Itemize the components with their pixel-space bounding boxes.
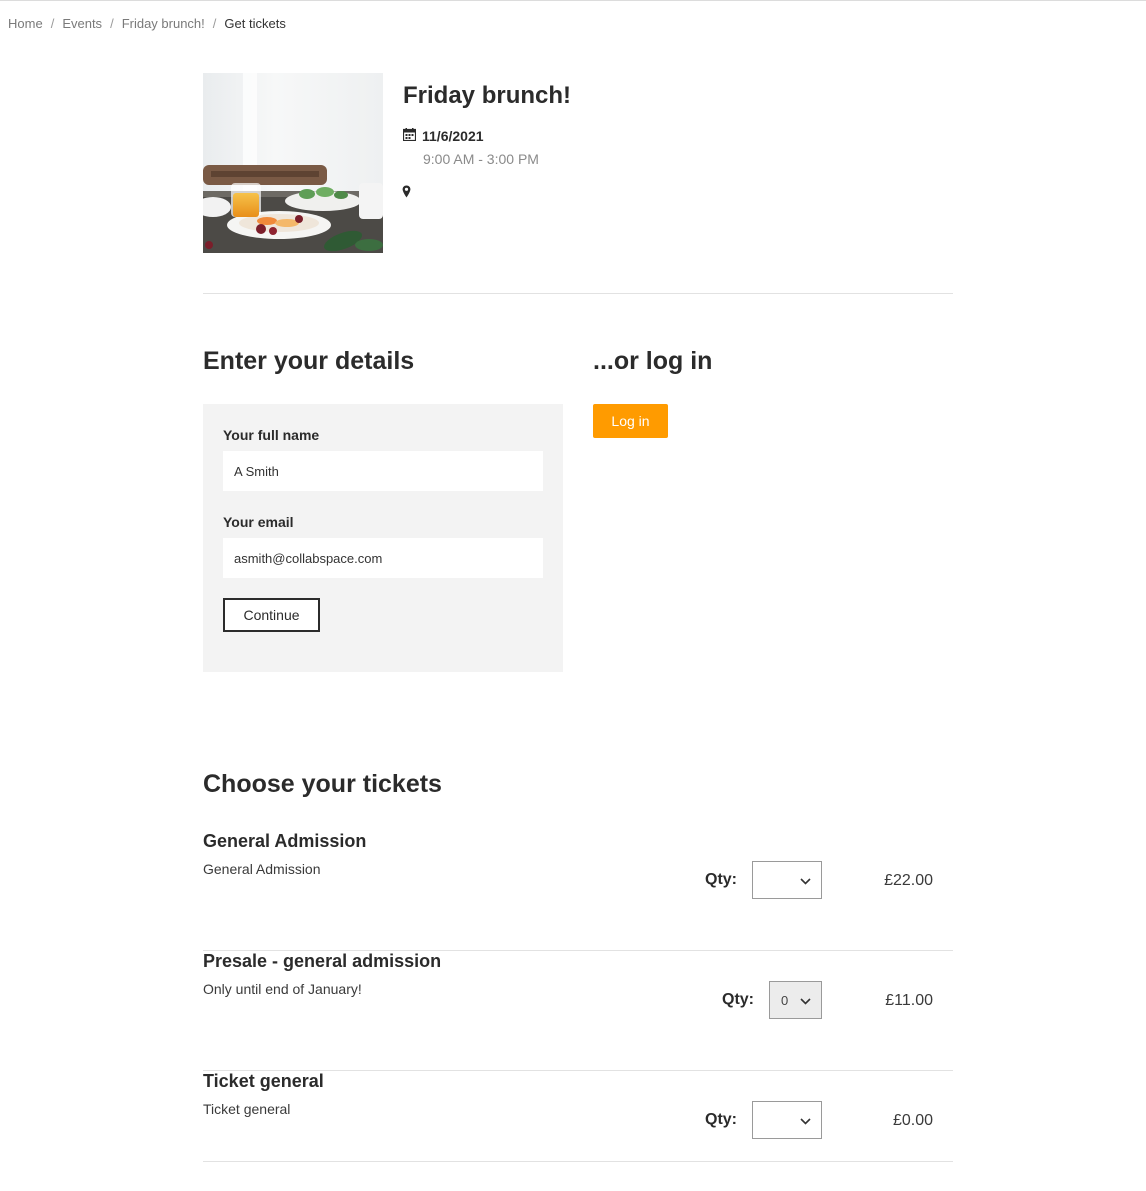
map-pin-icon [402,185,411,203]
details-heading: Enter your details [203,347,415,375]
ticket-description: Ticket general [203,1101,291,1117]
ticket-price: £11.00 [885,992,933,1009]
ticket-row: Presale - general admission Only until e… [203,951,953,1071]
breadcrumb-home[interactable]: Home [8,16,43,31]
calendar-icon [402,128,417,144]
event-title: Friday brunch! [403,82,572,109]
breadcrumb-separator: / [50,16,55,31]
qty-label: Qty: [705,871,737,888]
ticket-name: Ticket general [203,1071,324,1091]
brunch-photo [203,73,383,253]
event-date: 11/6/2021 [422,128,484,144]
qty-label: Qty: [722,991,754,1008]
email-label: Your email [223,514,294,530]
login-button[interactable]: Log in [593,404,668,438]
ticket-row: General Admission General Admission Qty:… [203,831,953,951]
breadcrumb-events[interactable]: Events [62,16,102,31]
qty-select[interactable] [752,861,822,899]
continue-button[interactable]: Continue [223,598,320,632]
qty-select[interactable] [752,1101,822,1139]
section-divider [203,293,953,294]
ticket-description: Only until end of January! [203,981,362,997]
breadcrumb-event[interactable]: Friday brunch! [122,16,205,31]
ticket-description: General Admission [203,861,321,877]
details-form: Your full name Your email Continue [203,404,563,672]
name-label: Your full name [223,427,320,443]
tickets-heading: Choose your tickets [203,770,442,798]
breadcrumb-separator: / [212,16,217,31]
breadcrumb-separator: / [110,16,114,31]
chevron-down-icon [800,1113,811,1128]
top-border [0,0,1146,1]
breadcrumb-current: Get tickets [224,16,286,31]
event-date-row: 11/6/2021 [402,128,484,144]
login-heading: ...or log in [593,347,713,375]
ticket-name: Presale - general admission [203,951,442,971]
chevron-down-icon [800,993,811,1008]
event-time: 9:00 AM - 3:00 PM [423,151,539,167]
full-name-input[interactable] [223,451,543,491]
ticket-name: General Admission [203,831,367,851]
event-image [203,73,383,253]
email-input[interactable] [223,538,543,578]
qty-value: 0 [781,992,789,1008]
chevron-down-icon [800,873,811,888]
ticket-price: £0.00 [892,1112,933,1129]
ticket-divider [203,1161,953,1162]
ticket-row: Ticket general Ticket general Qty: £0.00 [203,1071,953,1191]
ticket-price: £22.00 [884,872,933,889]
qty-select[interactable]: 0 [769,981,822,1019]
breadcrumb: Home / Events / Friday brunch! / Get tic… [8,16,286,31]
qty-label: Qty: [705,1111,737,1128]
